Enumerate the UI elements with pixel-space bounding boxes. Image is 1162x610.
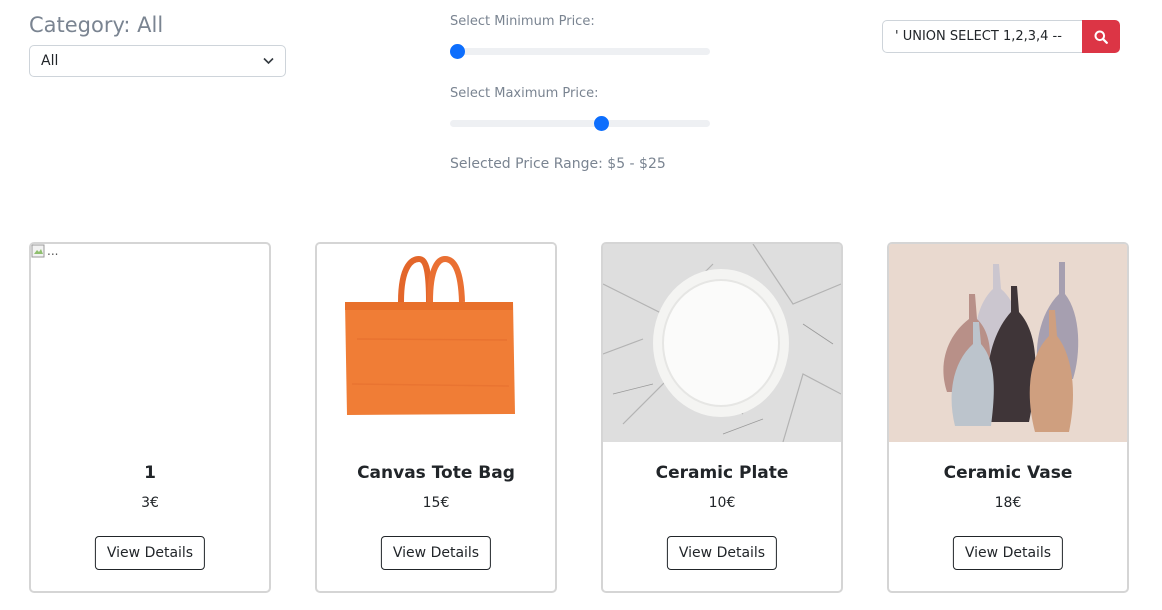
product-image [317,244,555,442]
category-select-value: All [41,53,59,69]
max-price-slider[interactable] [450,116,710,131]
min-price-slider-thumb[interactable] [450,44,465,59]
min-price-label: Select Minimum Price: [450,14,595,29]
product-price: 10€ [708,495,736,511]
product-image [603,244,841,442]
max-price-label: Select Maximum Price: [450,86,599,101]
product-price: 3€ [141,495,159,511]
product-card: Ceramic Plate 10€ View Details [601,242,843,593]
tote-bag-picture [345,255,515,415]
product-name: 1 [144,463,156,483]
view-details-button[interactable]: View Details [380,536,492,570]
view-details-button[interactable]: View Details [666,536,778,570]
search-input[interactable] [882,20,1083,53]
max-price-slider-thumb[interactable] [593,116,609,131]
selected-price-range: Selected Price Range: $5 - $25 [450,156,666,172]
category-title: Category: All [29,13,164,37]
product-name: Ceramic Vase [943,463,1073,483]
product-price: 15€ [422,495,450,511]
product-card: Ceramic Vase 18€ View Details [887,242,1129,593]
search-button[interactable] [1082,20,1120,53]
product-image [889,244,1127,442]
product-image: ... [31,244,269,442]
ceramic-plate-picture [603,244,841,442]
chevron-down-icon [263,57,274,65]
ceramic-vases-picture [889,244,1127,442]
view-details-button[interactable]: View Details [952,536,1064,570]
image-alt-text: ... [47,244,59,258]
broken-image-icon [31,244,45,258]
product-card: ... 1 3€ View Details [29,242,271,593]
search-icon [1094,30,1108,44]
category-select[interactable]: All [29,45,286,77]
product-name: Canvas Tote Bag [357,463,515,483]
product-card: Canvas Tote Bag 15€ View Details [315,242,557,593]
view-details-button[interactable]: View Details [94,536,206,570]
product-price: 18€ [994,495,1022,511]
product-name: Ceramic Plate [655,463,789,483]
min-price-slider[interactable] [450,44,710,59]
